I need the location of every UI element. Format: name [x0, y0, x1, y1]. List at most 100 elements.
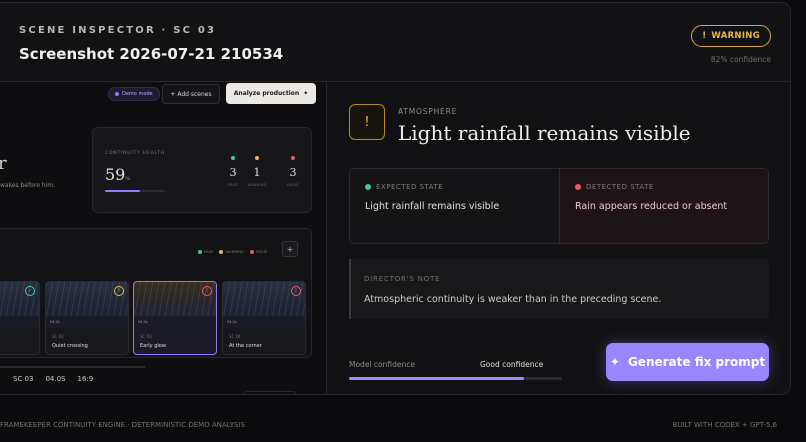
health-bar — [105, 190, 165, 192]
warning-count: 1 — [253, 166, 261, 179]
generate-label: Generate fix prompt — [627, 355, 766, 369]
issue-dot-icon — [291, 156, 295, 160]
state-comparison: EXPECTED STATE Light rainfall remains vi… — [349, 168, 769, 244]
check-icon: ✓ — [25, 286, 35, 296]
scene-duration: 04.2s — [227, 320, 237, 324]
issue-count: 3 — [289, 166, 297, 179]
note-text: Atmospheric continuity is weaker than in… — [364, 294, 662, 305]
demo-mode-label: Demo mode — [122, 91, 153, 97]
scene-number: SC 02 — [52, 334, 64, 339]
issue-detail: ! ATMOSPHERE Light rainfall remains visi… — [328, 83, 790, 394]
scene-name: At the corner — [229, 343, 262, 349]
issue-icon: ! — [202, 286, 212, 296]
health-value: 59% — [105, 165, 130, 184]
scene-number: SC 04 — [229, 334, 241, 339]
analyze-label: Analyze production — [233, 90, 300, 97]
model-confidence-label: Model confidence — [349, 360, 415, 369]
warning-icon: ! — [114, 286, 124, 296]
issue-title: Light rainfall remains visible — [398, 121, 691, 145]
warning-status-badge: ! WARNING — [691, 25, 771, 47]
directors-note: DIRECTOR'S NOTE Atmospheric continuity i… — [349, 259, 769, 319]
scene-timeline: PASS WARNING ISSUE + ✓ ! 04.2s SC 02 Qui… — [0, 228, 312, 358]
scene-duration: 04.0s — [138, 320, 148, 324]
detected-state-text: Rain appears reduced or absent — [575, 201, 728, 212]
expected-dot-icon — [365, 184, 371, 190]
stat-issue: 3 ISSUE — [281, 156, 305, 187]
legend-pass: PASS — [198, 249, 213, 254]
engine-footer-text: FRAMEKEEPER CONTINUITY ENGINE · DETERMIN… — [0, 421, 245, 429]
scene-card[interactable]: ! 04.2s SC 02 Quiet crossing — [45, 281, 129, 355]
status-confidence: 82% confidence — [710, 55, 771, 64]
scene-card-selected[interactable]: ! 04.0s SC 03 Early glow — [133, 281, 217, 355]
preview-footer: SC 03 04.0S 16:9 — [0, 375, 93, 383]
add-scenes-button[interactable]: + Add scenes — [162, 84, 220, 104]
pass-count: 3 — [229, 166, 237, 179]
warning-dot-icon — [255, 156, 259, 160]
health-bar-fill — [105, 190, 141, 192]
expected-state: EXPECTED STATE Light rainfall remains vi… — [350, 169, 559, 243]
stat-pass: 3 PASS — [221, 156, 245, 187]
warning-icon: ! — [702, 31, 707, 41]
note-label: DIRECTOR'S NOTE — [364, 275, 441, 283]
pass-dot-icon — [231, 156, 235, 160]
legend-warning: WARNING — [219, 249, 244, 254]
legend-warning-label: WARNING — [225, 249, 244, 254]
scene-number: SC 03 — [140, 334, 152, 339]
timeline-legend: PASS WARNING ISSUE — [198, 249, 267, 254]
issue-label: ISSUE — [287, 183, 299, 187]
health-label: CONTINUITY HEALTH — [105, 151, 165, 156]
legend-issue-label: ISSUE — [256, 249, 268, 254]
detected-state-label: DETECTED STATE — [575, 183, 654, 191]
production-preview: Demo mode + Add scenes Analyze productio… — [0, 83, 327, 394]
scene-card[interactable]: ! 04.2s SC 04 At the corner — [222, 281, 306, 355]
detected-state: DETECTED STATE Rain appears reduced or a… — [559, 169, 768, 243]
legend-issue: ISSUE — [250, 249, 267, 254]
story-hero-text: r — [0, 153, 7, 174]
legend-issue-dot-icon — [250, 249, 254, 254]
warning-label: WARNING — [247, 183, 267, 187]
demo-mode-chip: Demo mode — [108, 87, 160, 101]
story-hero-subtext: wakes before him. — [0, 182, 56, 189]
inspector-header: SCENE INSPECTOR · SC 03 Screenshot 2026-… — [0, 3, 790, 82]
footer-scene: SC 03 — [13, 375, 34, 383]
demo-dot-icon — [115, 92, 119, 96]
pass-label: PASS — [228, 183, 238, 187]
scene-duration: 04.2s — [50, 320, 60, 324]
expected-state-text: Light rainfall remains visible — [365, 201, 500, 212]
alert-icon: ! — [349, 104, 385, 140]
footer-duration: 04.0S — [45, 375, 66, 383]
footer-aspect-ratio: 16:9 — [77, 375, 94, 383]
expected-label-text: EXPECTED STATE — [376, 183, 444, 191]
built-with-footer-text: BUILT WITH CODEX + GPT-5.6 — [672, 421, 777, 429]
warning-badge-label: WARNING — [711, 31, 760, 41]
sparkle-icon: ✦ — [609, 355, 620, 369]
analyze-production-button[interactable]: Analyze production ✦ — [226, 83, 316, 104]
confidence-bar — [349, 377, 562, 380]
health-number: 59 — [105, 165, 126, 184]
issue-icon: ! — [291, 286, 301, 296]
confidence-bar-fill — [349, 377, 524, 380]
preview-toolbar: Demo mode + Add scenes Analyze productio… — [0, 83, 326, 105]
generate-fix-prompt-button[interactable]: ✦ Generate fix prompt — [606, 343, 769, 381]
detected-label-text: DETECTED STATE — [586, 183, 654, 191]
legend-warning-dot-icon — [219, 249, 224, 254]
add-scene-plus-button[interactable]: + — [282, 241, 298, 257]
scene-name: Quiet crossing — [52, 343, 88, 349]
sparkle-icon: ✦ — [303, 90, 309, 97]
inspector-eyebrow: SCENE INSPECTOR · SC 03 — [19, 25, 217, 36]
health-unit: % — [125, 176, 131, 182]
legend-pass-dot-icon — [198, 249, 202, 254]
timeline-scrollbar[interactable] — [0, 366, 145, 368]
model-confidence-value: Good confidence — [480, 360, 544, 369]
issue-category: ATMOSPHERE — [398, 107, 458, 116]
preview-control-box — [244, 391, 296, 394]
stat-warning: 1 WARNING — [245, 156, 269, 187]
scene-card[interactable]: ✓ — [0, 281, 40, 355]
continuity-health-card: CONTINUITY HEALTH 59% 3 PASS 1 WARNING 3… — [92, 127, 312, 213]
scene-inspector-panel: SCENE INSPECTOR · SC 03 Screenshot 2026-… — [0, 2, 791, 395]
scene-title: Screenshot 2026-07-21 210534 — [19, 45, 284, 63]
expected-state-label: EXPECTED STATE — [365, 183, 443, 191]
detected-dot-icon — [575, 184, 581, 190]
legend-pass-label: PASS — [204, 249, 214, 254]
scene-name: Early glow — [140, 343, 166, 349]
